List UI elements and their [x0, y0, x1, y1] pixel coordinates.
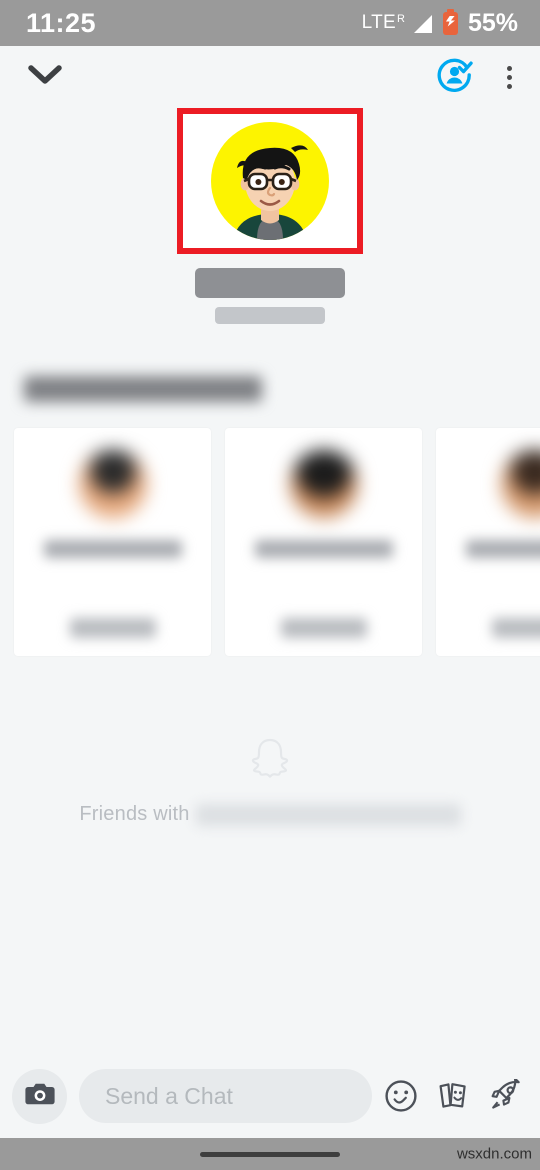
suggestion-name-redacted: [254, 540, 393, 558]
rocket-icon[interactable]: [488, 1079, 522, 1113]
android-navigation-bar: wsxdn.com: [0, 1138, 540, 1170]
suggestions-heading-redacted: [24, 376, 262, 402]
roaming-label: R: [397, 13, 405, 25]
suggestion-name-redacted: [465, 540, 540, 558]
dot: [507, 74, 512, 80]
camera-icon: [24, 1081, 55, 1112]
home-indicator-pill[interactable]: [200, 1151, 340, 1157]
suggestion-action-redacted[interactable]: [69, 618, 156, 638]
battery-charging-icon: [442, 8, 458, 35]
app-screen: 11:25 LTE R 55% Friends with Send a Chat…: [0, 0, 540, 1170]
top-nav-actions: [437, 57, 520, 98]
avatar-highlight-container: [177, 108, 363, 254]
profile-display-name-redacted: [195, 268, 345, 298]
suggestion-name-redacted: [43, 540, 182, 558]
friends-with-line: Friends with: [0, 803, 540, 826]
dot: [507, 83, 512, 89]
battery-percent: 55%: [467, 8, 518, 37]
status-time: 11:25: [26, 7, 97, 38]
chat-input-bar: Send a Chat: [0, 1054, 540, 1138]
sticker-cards-icon[interactable]: [436, 1079, 470, 1113]
watermark: wsxdn.com: [456, 1145, 532, 1163]
suggestion-action-redacted[interactable]: [280, 618, 367, 638]
suggestion-action-redacted[interactable]: [491, 618, 540, 638]
friends-with-section: Friends with: [0, 734, 540, 826]
bitmoji-avatar[interactable]: [211, 122, 329, 240]
chat-actions: [384, 1079, 522, 1113]
profile-username-redacted: [215, 307, 325, 324]
friends-with-label: Friends with: [79, 803, 190, 825]
profile-header: [0, 108, 540, 324]
network-label: LTE: [361, 12, 396, 33]
friend-added-check-icon[interactable]: [437, 57, 473, 98]
list-item[interactable]: [225, 428, 422, 656]
network-indicator: LTE R: [362, 12, 405, 34]
person-avatar: [78, 450, 147, 518]
suggestions-carousel[interactable]: [0, 428, 540, 656]
smiley-sticker-icon[interactable]: [384, 1079, 418, 1113]
person-avatar: [289, 450, 358, 518]
camera-button[interactable]: [12, 1068, 67, 1124]
chevron-down-icon[interactable]: [28, 64, 62, 91]
snapchat-ghost-icon: [246, 734, 294, 787]
status-bar: 11:25 LTE R 55%: [0, 0, 540, 46]
more-vertical-icon[interactable]: [499, 62, 520, 93]
search-input[interactable]: Send a Chat: [79, 1069, 372, 1123]
chat-input-placeholder: Send a Chat: [105, 1082, 233, 1109]
person-avatar: [500, 450, 540, 518]
list-item[interactable]: [436, 428, 540, 656]
dot: [507, 65, 512, 71]
top-nav-bar: [0, 46, 540, 108]
list-item[interactable]: [14, 428, 211, 656]
signal-bars-icon: [413, 15, 432, 33]
friends-with-names-redacted: [195, 803, 461, 826]
status-indicators: LTE R 55%: [362, 8, 518, 38]
